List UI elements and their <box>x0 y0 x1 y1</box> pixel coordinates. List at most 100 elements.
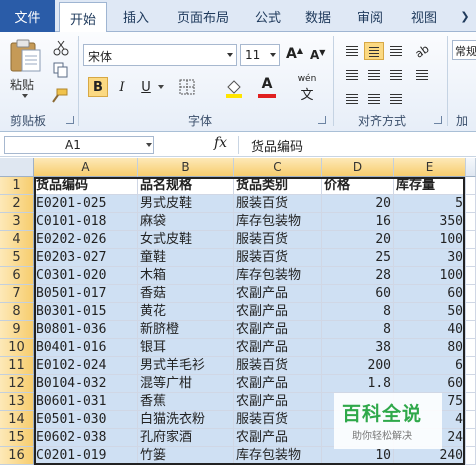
table-cell[interactable]: 农副产品 <box>234 303 322 321</box>
table-cell[interactable]: C0201-019 <box>34 447 138 465</box>
row-header[interactable]: 10 <box>0 339 34 357</box>
alignment-launcher-icon[interactable] <box>434 116 442 124</box>
table-cell[interactable]: 木箱 <box>138 267 234 285</box>
table-cell[interactable]: 女式皮鞋 <box>138 231 234 249</box>
tab-more[interactable]: ❯ <box>454 0 476 32</box>
table-cell[interactable]: 20 <box>322 231 394 249</box>
table-cell[interactable]: 孔府家酒 <box>138 429 234 447</box>
empty-cell[interactable] <box>466 231 476 249</box>
table-cell[interactable]: B0301-015 <box>34 303 138 321</box>
row-header[interactable]: 3 <box>0 213 34 231</box>
header-cell[interactable]: 货品编码 <box>34 177 138 195</box>
tab-data[interactable]: 数据 <box>298 0 338 32</box>
decrease-font-icon[interactable]: A▼ <box>310 48 325 62</box>
table-cell[interactable]: 香蕉 <box>138 393 234 411</box>
empty-cell[interactable] <box>466 195 476 213</box>
align-top-button[interactable] <box>342 42 362 60</box>
empty-cell[interactable] <box>466 285 476 303</box>
empty-cell[interactable] <box>466 249 476 267</box>
table-cell[interactable]: 200 <box>322 357 394 375</box>
table-cell[interactable]: B0801-036 <box>34 321 138 339</box>
table-cell[interactable]: 16 <box>322 213 394 231</box>
table-cell[interactable]: B0104-032 <box>34 375 138 393</box>
tab-file[interactable]: 文件 <box>0 0 55 32</box>
table-cell[interactable]: 男式皮鞋 <box>138 195 234 213</box>
tab-review[interactable]: 审阅 <box>350 0 390 32</box>
table-cell[interactable]: 服装百货 <box>234 357 322 375</box>
row-header[interactable]: 15 <box>0 429 34 447</box>
cut-icon[interactable] <box>52 40 70 56</box>
row-header[interactable]: 4 <box>0 231 34 249</box>
table-cell[interactable]: 100 <box>394 231 466 249</box>
tab-home[interactable]: 开始 <box>59 2 107 33</box>
column-header-d[interactable]: D <box>322 158 394 177</box>
align-right-button[interactable] <box>386 66 406 84</box>
orientation-button[interactable]: ab <box>412 42 432 61</box>
select-all-corner[interactable] <box>0 158 34 177</box>
format-painter-icon[interactable] <box>50 88 68 104</box>
column-header-e[interactable]: E <box>394 158 466 177</box>
align-middle-button[interactable] <box>364 42 384 60</box>
name-box[interactable]: A1 <box>4 136 154 154</box>
column-header-c[interactable]: C <box>234 158 322 177</box>
table-cell[interactable]: 50 <box>394 303 466 321</box>
wrap-text-button[interactable] <box>386 90 406 108</box>
empty-cell[interactable] <box>466 393 476 411</box>
table-cell[interactable]: 库存包装物 <box>234 213 322 231</box>
table-cell[interactable]: 服装百货 <box>234 231 322 249</box>
row-header[interactable]: 13 <box>0 393 34 411</box>
table-cell[interactable]: 库存包装物 <box>234 447 322 465</box>
table-cell[interactable]: 25 <box>322 249 394 267</box>
table-cell[interactable]: 5 <box>394 195 466 213</box>
empty-cell[interactable] <box>466 447 476 465</box>
header-cell[interactable]: 库存量 <box>394 177 466 195</box>
empty-cell[interactable] <box>466 339 476 357</box>
border-icon[interactable] <box>178 78 196 96</box>
insert-function-icon[interactable]: fx <box>214 135 227 151</box>
empty-cell[interactable] <box>466 411 476 429</box>
empty-cell[interactable] <box>466 213 476 231</box>
table-cell[interactable]: C0301-020 <box>34 267 138 285</box>
table-cell[interactable]: 香菇 <box>138 285 234 303</box>
decrease-indent-button[interactable] <box>342 90 362 108</box>
phonetic-button[interactable]: wén 文 <box>296 74 318 103</box>
tab-insert[interactable]: 插入 <box>116 0 156 32</box>
table-cell[interactable]: 农副产品 <box>234 375 322 393</box>
align-left-button[interactable] <box>342 66 362 84</box>
tab-view[interactable]: 视图 <box>404 0 444 32</box>
table-cell[interactable]: 农副产品 <box>234 393 322 411</box>
table-cell[interactable]: 8 <box>322 321 394 339</box>
paste-icon[interactable] <box>8 38 44 72</box>
column-header-a[interactable]: A <box>34 158 138 177</box>
tab-formulas[interactable]: 公式 <box>248 0 288 32</box>
paste-label[interactable]: 粘贴 <box>10 76 34 93</box>
row-header[interactable]: 16 <box>0 447 34 465</box>
table-cell[interactable]: 白猫洗衣粉 <box>138 411 234 429</box>
font-launcher-icon[interactable] <box>318 116 326 124</box>
italic-button[interactable]: I <box>112 77 132 97</box>
row-header[interactable]: 1 <box>0 177 34 195</box>
table-cell[interactable]: 20 <box>322 195 394 213</box>
row-header[interactable]: 14 <box>0 411 34 429</box>
table-cell[interactable]: E0602-038 <box>34 429 138 447</box>
row-header[interactable]: 8 <box>0 303 34 321</box>
empty-cell[interactable] <box>466 321 476 339</box>
underline-dropdown-icon[interactable] <box>158 85 164 89</box>
table-cell[interactable]: 6 <box>394 357 466 375</box>
table-cell[interactable]: B0601-031 <box>34 393 138 411</box>
number-format-select[interactable]: 常规 <box>452 40 476 60</box>
header-cell[interactable]: 品名规格 <box>138 177 234 195</box>
table-cell[interactable]: 新脐橙 <box>138 321 234 339</box>
row-header[interactable]: 12 <box>0 375 34 393</box>
table-cell[interactable]: 350 <box>394 213 466 231</box>
table-cell[interactable]: 30 <box>394 249 466 267</box>
increase-indent-button[interactable] <box>364 90 384 108</box>
table-cell[interactable]: 农副产品 <box>234 339 322 357</box>
clipboard-launcher-icon[interactable] <box>66 116 74 124</box>
table-cell[interactable]: 麻袋 <box>138 213 234 231</box>
table-cell[interactable]: E0102-024 <box>34 357 138 375</box>
increase-font-icon[interactable]: A▲ <box>286 46 303 62</box>
empty-cell[interactable] <box>466 303 476 321</box>
tab-page-layout[interactable]: 页面布局 <box>170 0 236 32</box>
fill-color-icon[interactable] <box>224 78 244 98</box>
